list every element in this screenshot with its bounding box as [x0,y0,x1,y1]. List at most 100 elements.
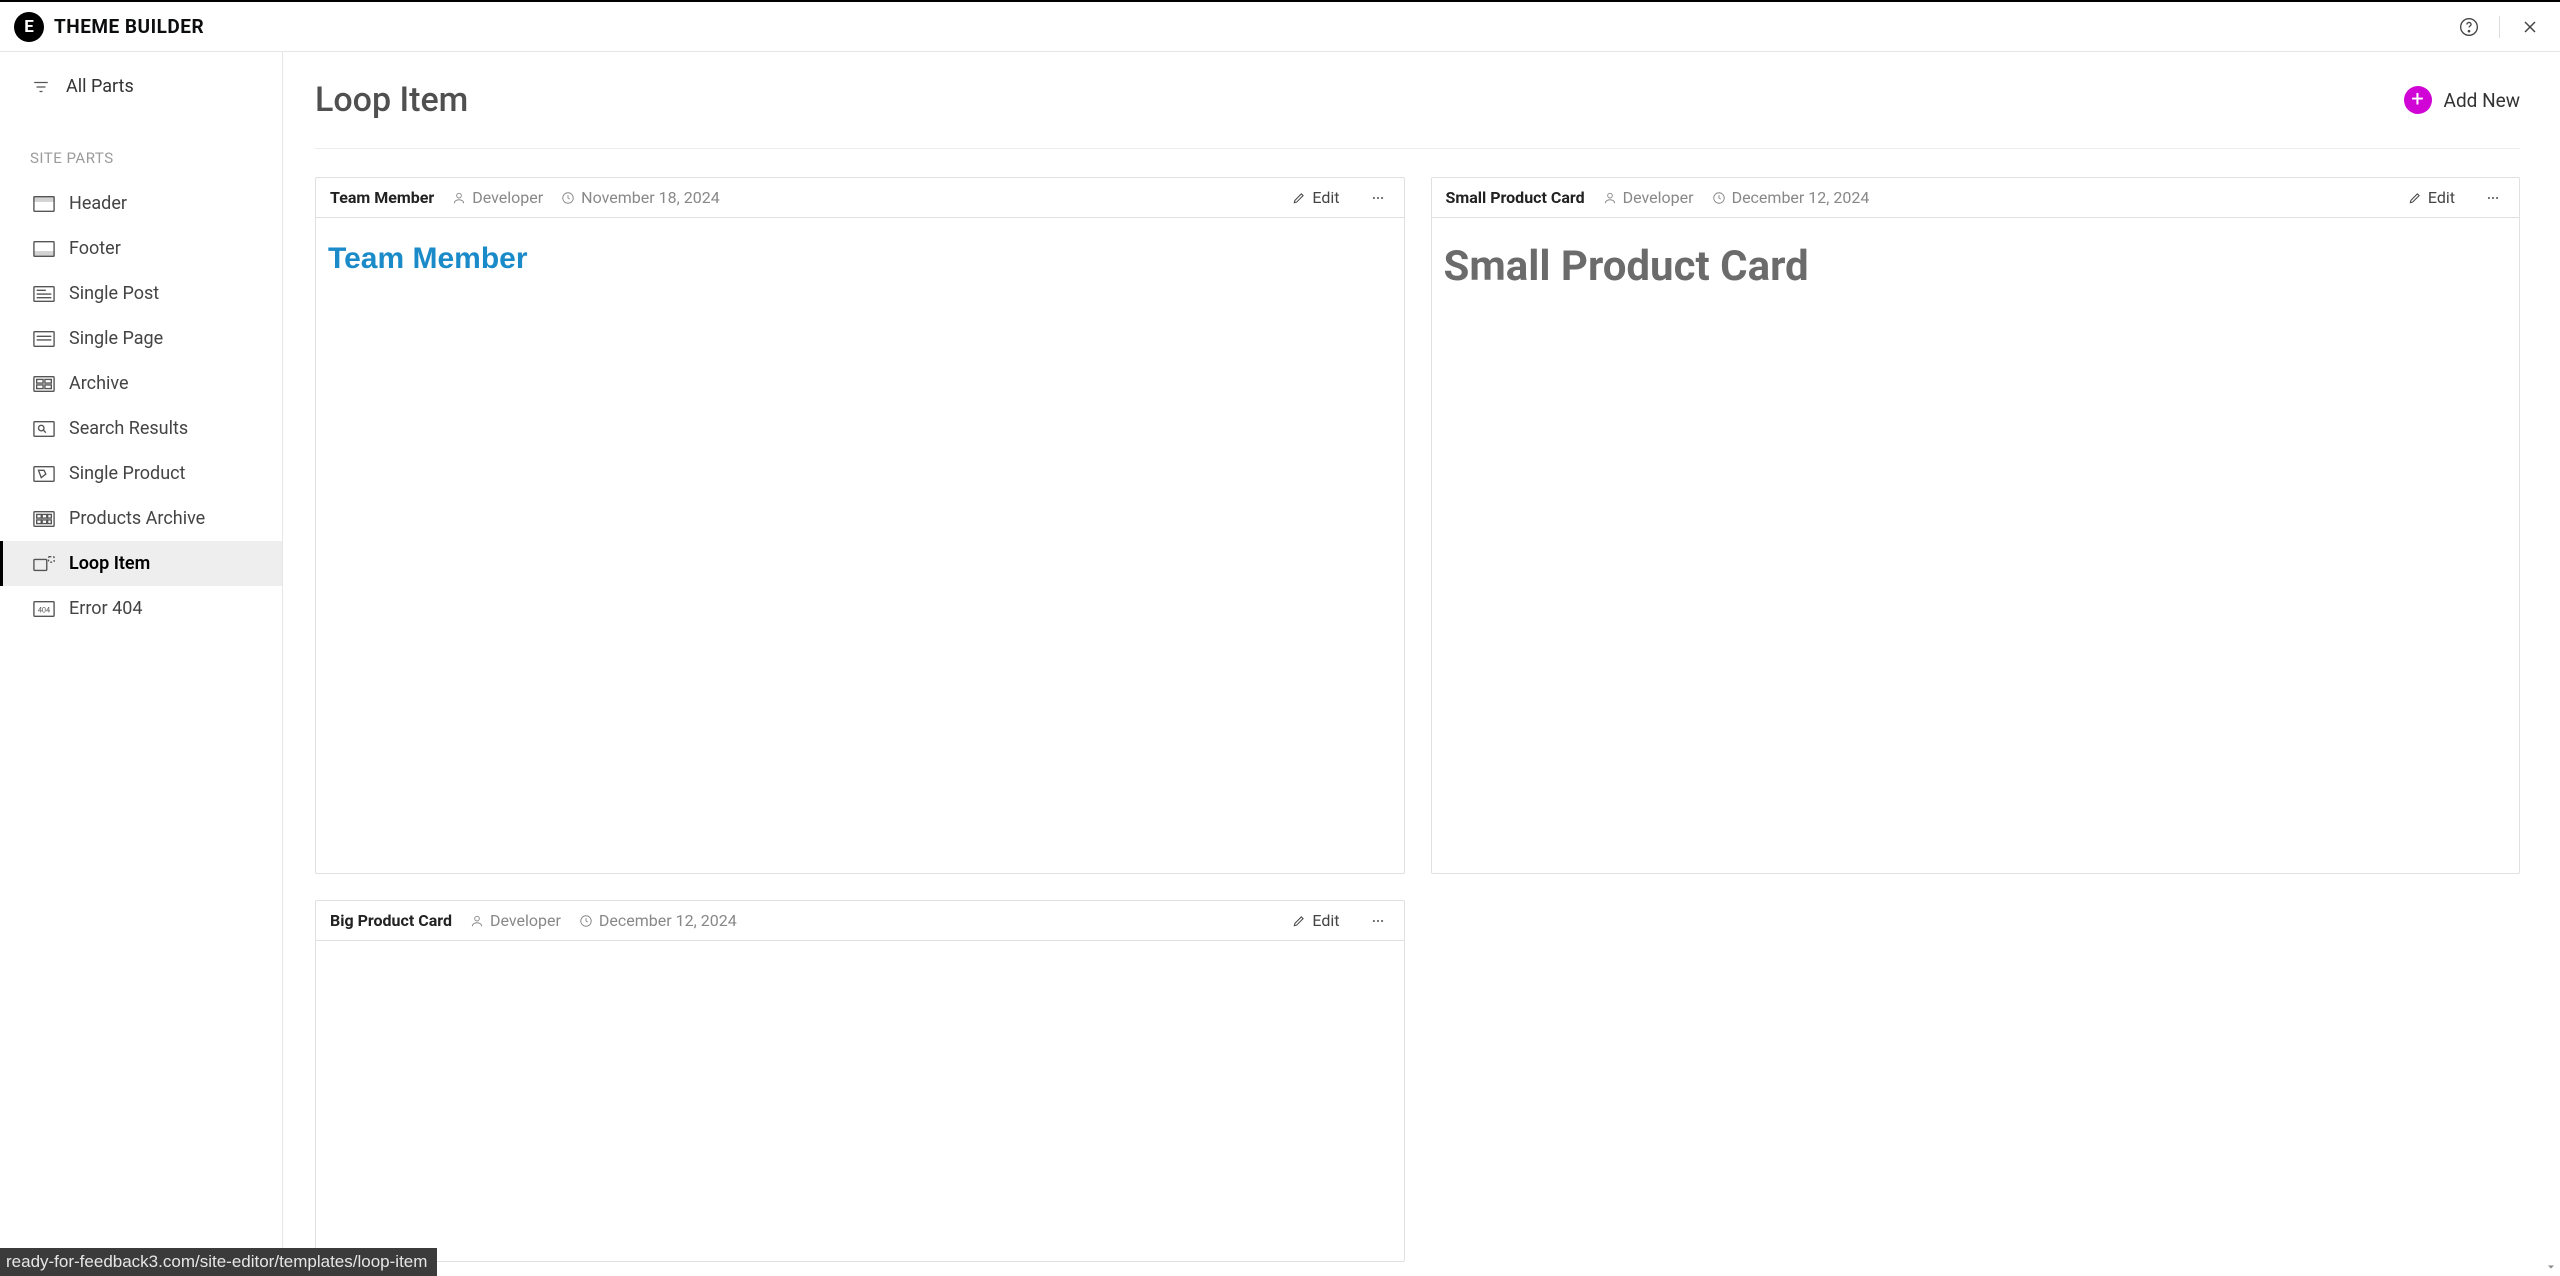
app-header: E THEME BUILDER [0,2,2560,52]
card-more-button[interactable] [1366,914,1390,928]
sidebar-item-search-results[interactable]: Search Results [0,406,282,451]
user-icon [452,191,466,205]
svg-text:404: 404 [38,605,50,614]
sidebar-item-footer[interactable]: Footer [0,226,282,271]
help-icon [2459,17,2479,37]
card-more-button[interactable] [1366,191,1390,205]
card-author-label: Developer [472,188,543,207]
pencil-icon [1292,191,1306,205]
error-404-icon: 404 [33,600,55,618]
sidebar: All Parts SITE PARTS Header Footer Singl… [0,52,283,1276]
card-edit-button[interactable]: Edit [1292,911,1339,930]
single-page-icon [33,330,55,348]
footer-icon [33,240,55,258]
header-icon [33,195,55,213]
card-date-label: December 12, 2024 [599,911,737,930]
card-edit-label: Edit [1312,911,1339,930]
cards-grid: Team Member Developer November 18, 2024 … [315,177,2520,1262]
card-date: November 18, 2024 [561,188,720,207]
add-new-label: Add New [2444,89,2520,112]
loop-item-card: Big Product Card Developer December 12, … [315,900,1405,1262]
single-product-icon [33,465,55,483]
main-header: Loop Item + Add New [315,80,2520,149]
more-horizontal-icon [2484,191,2502,205]
sidebar-item-header[interactable]: Header [0,181,282,226]
more-horizontal-icon [1369,191,1387,205]
loop-item-card: Small Product Card Developer December 12… [1431,177,2521,874]
clock-icon [579,914,593,928]
plus-icon: + [2404,86,2432,114]
add-new-button[interactable]: + Add New [2404,86,2520,114]
loop-item-icon [33,555,55,573]
sidebar-item-label: Single Product [69,463,185,484]
preview-heading: Team Member [328,242,1392,276]
sidebar-item-label: Footer [69,238,121,259]
scrollbar-down-arrow[interactable] [2542,1258,2560,1276]
card-edit-label: Edit [1312,188,1339,207]
pencil-icon [2408,191,2422,205]
card-header: Big Product Card Developer December 12, … [316,901,1404,941]
sidebar-item-error-404[interactable]: 404 Error 404 [0,586,282,631]
card-title: Team Member [330,188,434,207]
close-button[interactable] [2514,11,2546,43]
card-edit-button[interactable]: Edit [2408,188,2455,207]
main-content: Loop Item + Add New Team Member Develope… [283,52,2560,1276]
sidebar-item-label: Search Results [69,418,188,439]
sidebar-item-label: Header [69,193,127,214]
sidebar-item-archive[interactable]: Archive [0,361,282,406]
card-date: December 12, 2024 [1712,188,1870,207]
card-edit-label: Edit [2428,188,2455,207]
archive-icon [33,375,55,393]
card-author-label: Developer [1623,188,1694,207]
card-author: Developer [1603,188,1694,207]
header-right [2453,11,2546,43]
header-left: E THEME BUILDER [14,12,204,42]
body-wrap: All Parts SITE PARTS Header Footer Singl… [0,52,2560,1276]
loop-item-card: Team Member Developer November 18, 2024 … [315,177,1405,874]
card-author-label: Developer [490,911,561,930]
sidebar-item-label: Single Post [69,283,159,304]
card-header: Small Product Card Developer December 12… [1432,178,2520,218]
card-preview[interactable]: Team Member [316,218,1404,873]
sidebar-item-loop-item[interactable]: Loop Item [0,541,282,586]
sidebar-item-label: Error 404 [69,598,142,619]
sidebar-item-single-page[interactable]: Single Page [0,316,282,361]
sidebar-item-label: Archive [69,373,129,394]
chevron-down-icon [2545,1261,2557,1273]
card-preview[interactable] [316,941,1404,1261]
card-date-label: December 12, 2024 [1732,188,1870,207]
card-author: Developer [452,188,543,207]
card-preview[interactable]: Small Product Card [1432,218,2520,873]
card-header: Team Member Developer November 18, 2024 … [316,178,1404,218]
header-divider [2499,16,2500,38]
sidebar-item-label: Single Page [69,328,163,349]
card-date: December 12, 2024 [579,911,737,930]
card-date-label: November 18, 2024 [581,188,720,207]
card-edit-button[interactable]: Edit [1292,188,1339,207]
search-results-icon [33,420,55,438]
sidebar-item-label: Products Archive [69,508,205,529]
single-post-icon [33,285,55,303]
clock-icon [1712,191,1726,205]
products-archive-icon [33,510,55,528]
close-icon [2520,17,2540,37]
app-title: THEME BUILDER [54,15,204,38]
sidebar-item-products-archive[interactable]: Products Archive [0,496,282,541]
sidebar-item-label: Loop Item [69,553,150,574]
sidebar-all-parts-label: All Parts [66,76,134,97]
more-horizontal-icon [1369,914,1387,928]
help-button[interactable] [2453,11,2485,43]
clock-icon [561,191,575,205]
preview-heading: Small Product Card [1444,242,2508,291]
card-more-button[interactable] [2481,191,2505,205]
user-icon [470,914,484,928]
card-title: Small Product Card [1446,188,1585,207]
elementor-logo-icon: E [14,12,44,42]
logo-letter: E [24,17,34,37]
page-title: Loop Item [315,80,468,120]
pencil-icon [1292,914,1306,928]
sidebar-all-parts[interactable]: All Parts [0,64,282,109]
card-author: Developer [470,911,561,930]
sidebar-item-single-product[interactable]: Single Product [0,451,282,496]
sidebar-item-single-post[interactable]: Single Post [0,271,282,316]
